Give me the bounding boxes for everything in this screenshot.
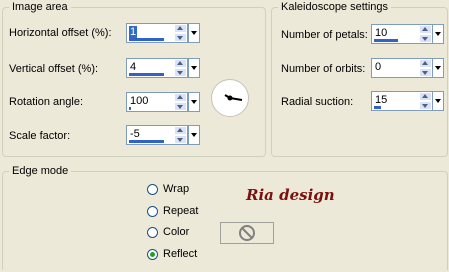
scale-factor-label: Scale factor: [9, 130, 71, 142]
vertical-offset-dropdown[interactable] [188, 58, 200, 78]
rotation-angle-bar[interactable] [129, 107, 131, 110]
vertical-offset-bar[interactable] [129, 73, 164, 76]
horizontal-offset-spinner[interactable]: 1 [126, 23, 188, 43]
kaleidoscope-title: Kaleidoscope settings [278, 1, 392, 14]
edge-mode-wrap[interactable]: Wrap [147, 183, 189, 195]
dial-needle-icon [224, 94, 243, 101]
scale-factor-bar[interactable] [129, 140, 164, 143]
rotation-angle-spinner[interactable]: 100 [126, 92, 188, 112]
spin-up-icon[interactable] [420, 60, 431, 67]
radio-color-label: Color [163, 226, 190, 238]
rotation-angle-dropdown[interactable] [188, 92, 200, 112]
radio-repeat[interactable] [147, 205, 158, 217]
vertical-offset-spinner[interactable]: 4 [126, 58, 188, 78]
radio-wrap-label: Wrap [163, 183, 190, 195]
scale-factor-dropdown[interactable] [188, 125, 200, 145]
number-of-orbits-value[interactable]: 0 [375, 61, 381, 74]
spin-down-icon[interactable] [420, 69, 431, 76]
spin-down-icon[interactable] [175, 69, 186, 76]
radial-suction-label: Radial suction: [281, 96, 354, 108]
radio-color[interactable] [147, 226, 158, 238]
horizontal-offset-bar[interactable] [129, 38, 164, 41]
radial-suction-dropdown[interactable] [432, 91, 444, 111]
spin-up-icon[interactable] [175, 94, 186, 101]
rotation-angle-value[interactable]: 100 [130, 95, 148, 108]
watermark-text: Ria design [246, 186, 335, 204]
radio-reflect[interactable] [147, 248, 158, 260]
edge-mode-group: Edge mode [2, 165, 448, 270]
radio-wrap[interactable] [147, 183, 158, 195]
edge-mode-repeat[interactable]: Repeat [147, 205, 198, 217]
number-of-petals-label: Number of petals: [281, 29, 368, 41]
edge-mode-color[interactable]: Color [147, 226, 189, 238]
horizontal-offset-label: Horizontal offset (%): [9, 27, 112, 39]
number-of-petals-spinner[interactable]: 10 [371, 24, 433, 44]
spin-up-icon[interactable] [175, 60, 186, 67]
image-area-title: Image area [9, 1, 71, 14]
radio-reflect-label: Reflect [163, 248, 198, 260]
spin-down-icon[interactable] [175, 34, 186, 41]
radial-suction-bar[interactable] [374, 106, 381, 109]
number-of-orbits-label: Number of orbits: [281, 63, 366, 75]
edge-mode-reflect[interactable]: Reflect [147, 248, 197, 260]
edge-mode-title: Edge mode [9, 165, 72, 178]
horizontal-offset-dropdown[interactable] [188, 23, 200, 43]
number-of-petals-dropdown[interactable] [432, 24, 444, 44]
number-of-orbits-spinner[interactable]: 0 [371, 58, 433, 78]
vertical-offset-label: Vertical offset (%): [9, 63, 99, 75]
spin-up-icon[interactable] [420, 93, 431, 100]
scale-factor-spinner[interactable]: -5 [126, 125, 188, 145]
spin-up-icon[interactable] [175, 25, 186, 32]
edge-color-swatch[interactable] [220, 222, 274, 244]
number-of-petals-bar[interactable] [374, 39, 398, 42]
spin-down-icon[interactable] [420, 102, 431, 109]
rotation-angle-label: Rotation angle: [9, 96, 83, 108]
spin-up-icon[interactable] [175, 127, 186, 134]
no-color-icon [239, 225, 255, 241]
spin-down-icon[interactable] [420, 35, 431, 42]
spin-down-icon[interactable] [175, 136, 186, 143]
number-of-orbits-dropdown[interactable] [432, 58, 444, 78]
radial-suction-spinner[interactable]: 15 [371, 91, 433, 111]
spin-up-icon[interactable] [420, 26, 431, 33]
rotation-dial[interactable] [211, 79, 249, 117]
radio-repeat-label: Repeat [163, 205, 199, 217]
spin-down-icon[interactable] [175, 103, 186, 110]
